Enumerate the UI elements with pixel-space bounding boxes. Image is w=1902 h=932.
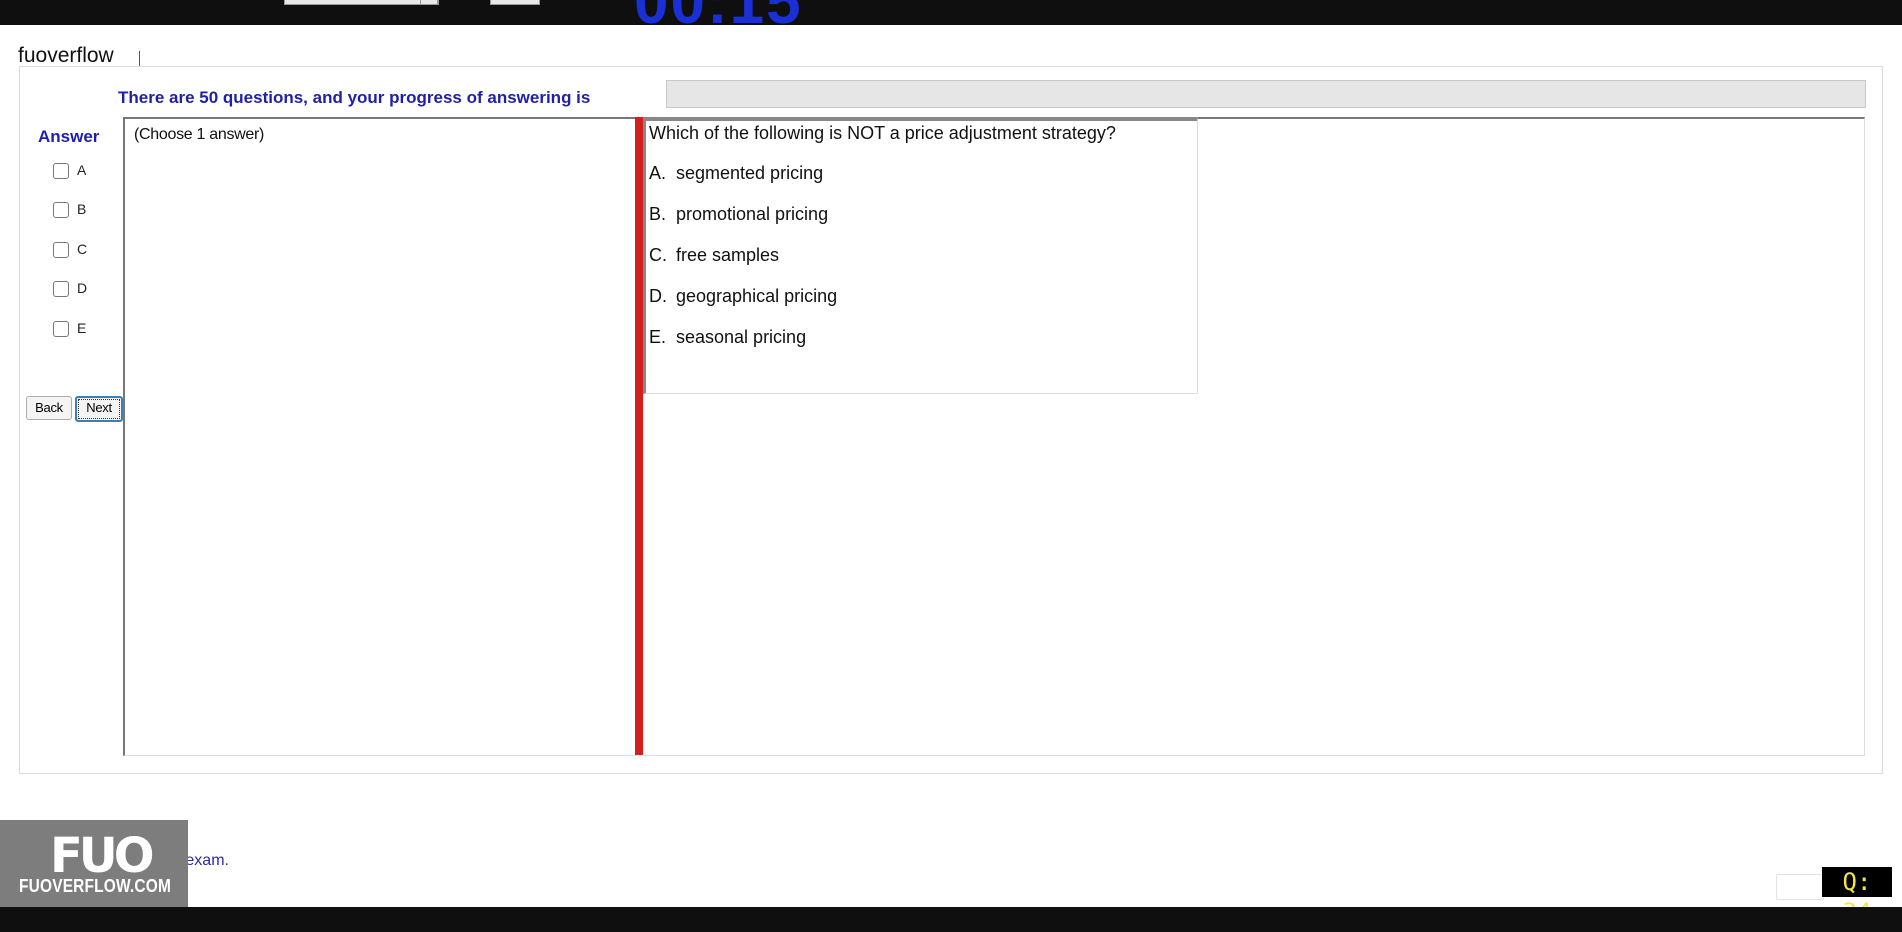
question-option-b: B. promotional pricing	[649, 204, 828, 225]
answer-option-label: D	[77, 280, 88, 296]
progress-bar	[666, 80, 1866, 108]
answer-option-e[interactable]: E	[53, 319, 113, 339]
top-small-control[interactable]	[490, 0, 540, 5]
top-bar: 00:15	[0, 0, 1902, 25]
checkbox[interactable]	[53, 281, 69, 297]
option-text: seasonal pricing	[676, 327, 807, 347]
answer-title: Answer	[38, 127, 100, 146]
option-text: free samples	[676, 245, 780, 265]
option-key: B.	[649, 204, 667, 224]
option-text: promotional pricing	[676, 204, 829, 224]
answer-option-label: C	[77, 241, 88, 257]
checkbox[interactable]	[53, 321, 69, 337]
logo-text: FUOVERFLOW.COM	[19, 876, 172, 896]
question-option-e: E. seasonal pricing	[649, 327, 806, 348]
countdown-timer: 00:15	[634, 0, 803, 25]
bottom-bar	[0, 907, 1902, 932]
checkbox[interactable]	[53, 242, 69, 258]
next-button[interactable]: Next	[75, 396, 123, 422]
question-option-d: D. geographical pricing	[649, 286, 837, 307]
question-counter: Q: 34	[1822, 867, 1892, 926]
checkbox[interactable]	[53, 163, 69, 179]
fuoverflow-logo: FUO FUOVERFLOW.COM	[0, 820, 188, 907]
option-key: C.	[649, 245, 667, 265]
question-text: Which of the following is NOT a price ad…	[649, 123, 1116, 143]
answer-instruction-box	[123, 117, 637, 756]
answer-option-b[interactable]: B	[53, 200, 113, 220]
question-option-a: A. segmented pricing	[649, 163, 823, 184]
answer-option-label: B	[77, 201, 87, 217]
option-key: D.	[649, 286, 667, 306]
answer-option-c[interactable]: C	[53, 240, 113, 260]
option-text: geographical pricing	[676, 286, 838, 306]
top-dropdown[interactable]	[284, 0, 439, 5]
choose-instruction: (Choose 1 answer)	[134, 126, 265, 143]
option-text: segmented pricing	[676, 163, 824, 183]
answer-option-d[interactable]: D	[53, 279, 113, 299]
option-key: E.	[649, 327, 667, 347]
checkbox[interactable]	[53, 202, 69, 218]
answer-option-a[interactable]: A	[53, 161, 113, 181]
option-key: A.	[649, 163, 667, 183]
brand-text: fuoverflow	[18, 44, 114, 67]
top-dropdown-arrow[interactable]	[420, 0, 438, 5]
back-button[interactable]: Back	[26, 396, 72, 420]
answer-option-label: E	[77, 320, 87, 336]
progress-label: There are 50 questions, and your progres…	[118, 88, 591, 107]
pane-divider[interactable]	[635, 117, 643, 755]
question-option-c: C. free samples	[649, 245, 779, 266]
exit-button[interactable]	[1776, 874, 1824, 900]
answer-option-label: A	[77, 162, 87, 178]
